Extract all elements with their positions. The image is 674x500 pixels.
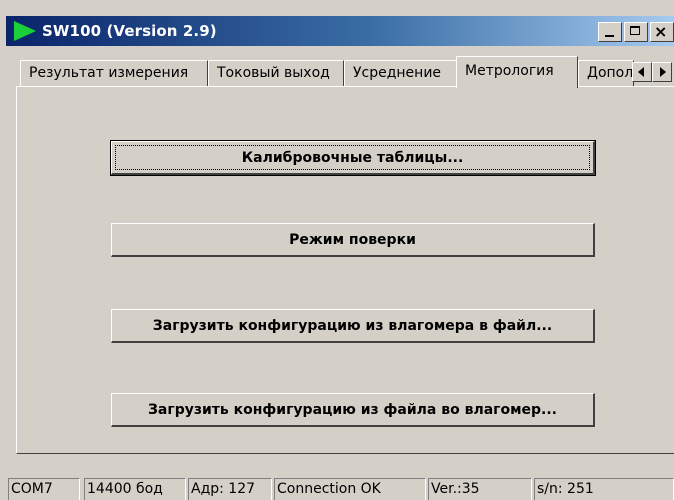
load-config-from-file-button[interactable]: Загрузить конфигурацию из файла во влаго… xyxy=(111,393,595,427)
save-config-to-file-button[interactable]: Загрузить конфигурацию из влагомера в фа… xyxy=(111,309,595,343)
status-version: Ver.:35 xyxy=(428,478,532,500)
tab-metrology[interactable]: Метрология xyxy=(456,56,578,88)
status-bar: COM7 14400 бод Адр: 127 Connection OK Ve… xyxy=(0,476,674,500)
tab-current-output[interactable]: Токовый выход xyxy=(208,60,344,86)
minimize-icon xyxy=(605,35,614,37)
tab-scroll-left-button[interactable] xyxy=(632,62,652,82)
minimize-button[interactable] xyxy=(598,22,622,42)
arrow-left-icon xyxy=(638,67,644,77)
tab-averaging[interactable]: Усреднение xyxy=(344,60,460,86)
window-title: SW100 (Version 2.9) xyxy=(42,22,217,40)
maximize-icon xyxy=(630,26,640,35)
load-config-from-file-label: Загрузить конфигурацию из файла во влаго… xyxy=(147,401,557,418)
status-address: Адр: 127 xyxy=(188,478,272,500)
tab-scroll-right-button[interactable] xyxy=(652,62,672,82)
close-button[interactable]: × xyxy=(650,22,674,42)
green-play-icon xyxy=(14,21,36,41)
save-config-to-file-label: Загрузить конфигурацию из влагомера в фа… xyxy=(152,317,553,334)
status-connection: Connection OK xyxy=(274,478,426,500)
maximize-button[interactable] xyxy=(624,22,648,42)
status-port: COM7 xyxy=(8,478,80,500)
verification-mode-label: Режим поверки xyxy=(289,231,416,248)
title-bar[interactable]: SW100 (Version 2.9) × xyxy=(6,16,674,46)
tab-measurement-result[interactable]: Результат измерения xyxy=(20,60,208,86)
arrow-right-icon xyxy=(660,67,666,77)
verification-mode-button[interactable]: Режим поверки xyxy=(111,223,595,257)
tab-additional[interactable]: Дополнительно xyxy=(578,60,634,86)
app-window: SW100 (Version 2.9) × Результат измерени… xyxy=(0,0,674,500)
close-icon: × xyxy=(654,22,668,41)
status-serial: s/n: 251 xyxy=(534,478,674,500)
metrology-panel: Калибровочные таблицы... Режим поверки З… xyxy=(16,86,674,454)
window-controls: × xyxy=(596,22,674,42)
status-baud: 14400 бод xyxy=(84,478,186,500)
calibration-tables-label: Калибровочные таблицы... xyxy=(241,149,464,166)
tab-strip: Результат измерения Токовый выход Усредн… xyxy=(20,56,674,88)
calibration-tables-button[interactable]: Калибровочные таблицы... xyxy=(110,140,596,176)
